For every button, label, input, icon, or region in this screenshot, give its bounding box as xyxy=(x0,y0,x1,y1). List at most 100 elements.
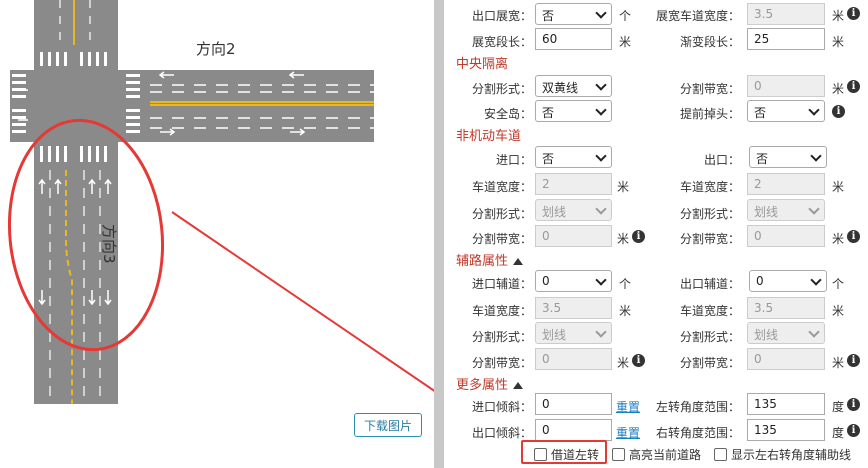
taper-length-input[interactable]: 25 xyxy=(747,28,825,50)
nm-band-label-right: 分割带宽： xyxy=(679,232,740,246)
chevron-down-icon xyxy=(595,274,607,286)
nm-band-unit-left: 米 xyxy=(617,232,630,246)
collapse-caret-icon xyxy=(513,382,524,389)
nm-exit-select[interactable]: 否 xyxy=(749,146,827,168)
info-icon[interactable]: i xyxy=(632,354,645,367)
widen-length-unit: 米 xyxy=(619,35,632,49)
properties-panel: 出口展宽： 否 个 展宽车道宽度： 3.5 米 i 展宽段长： 60 米 渐变段… xyxy=(444,0,868,468)
nm-form-select-left[interactable]: 划线 xyxy=(535,199,612,221)
median-width-label: 分割带宽： xyxy=(679,82,740,96)
nm-width-unit-right: 米 xyxy=(832,180,845,194)
chevron-down-icon xyxy=(810,274,822,286)
aux-form-select-left[interactable]: 划线 xyxy=(535,322,612,344)
nm-width-label-right: 车道宽度： xyxy=(679,180,740,194)
chevron-down-icon xyxy=(808,326,820,338)
exit-skew-reset-link[interactable]: 重置 xyxy=(616,424,640,441)
info-icon[interactable]: i xyxy=(632,230,645,243)
aux-band-input-left[interactable]: 0 xyxy=(535,348,612,370)
right-angle-input[interactable]: 135 xyxy=(747,419,825,441)
intersection-canvas[interactable]: 方向2 方向3 xyxy=(0,0,434,468)
median-width-input[interactable]: 0 xyxy=(747,75,825,97)
direction2-label: 方向2 xyxy=(196,40,236,58)
section-aux[interactable]: 辅路属性 xyxy=(456,250,524,269)
show-aux-lines-label: 显示左右转角度辅助线 xyxy=(731,448,852,462)
chevron-down-icon xyxy=(595,326,607,338)
aux-width-unit-left: 米 xyxy=(619,304,632,318)
section-more[interactable]: 更多属性 xyxy=(456,374,524,393)
chevron-down-icon xyxy=(808,203,820,215)
taper-length-unit: 米 xyxy=(832,35,845,49)
island-label: 安全岛： xyxy=(483,107,532,121)
nm-band-label-left: 分割带宽： xyxy=(471,232,532,246)
collapse-caret-icon xyxy=(513,258,524,265)
exit-skew-input[interactable]: 0 xyxy=(535,419,612,441)
aux-exit-unit: 个 xyxy=(832,277,845,291)
chevron-down-icon xyxy=(595,7,607,19)
nm-width-label-left: 车道宽度： xyxy=(471,180,532,194)
nm-width-unit-left: 米 xyxy=(617,180,630,194)
widen-length-input[interactable]: 60 xyxy=(535,28,612,50)
aux-entry-label: 进口辅道： xyxy=(471,277,532,291)
nm-width-input-right[interactable]: 2 xyxy=(747,173,825,195)
left-angle-input[interactable]: 135 xyxy=(747,393,825,415)
aux-form-label-left: 分割形式： xyxy=(471,330,532,344)
median-form-label: 分割形式： xyxy=(471,82,532,96)
widen-lane-width-input[interactable]: 3.5 xyxy=(747,3,825,25)
panel-splitter[interactable] xyxy=(434,0,444,468)
nm-form-select-right[interactable]: 划线 xyxy=(747,199,825,221)
taper-length-label: 渐变段长： xyxy=(679,35,740,49)
exit-widen-label: 出口展宽： xyxy=(471,9,532,23)
chevron-down-icon xyxy=(810,150,822,162)
annotation-highlight-box xyxy=(521,440,607,464)
nm-entry-label: 进口： xyxy=(495,153,532,167)
download-image-button[interactable]: 下载图片 xyxy=(354,413,422,437)
aux-form-select-right[interactable]: 划线 xyxy=(747,322,825,344)
early-uturn-select[interactable]: 否 xyxy=(747,100,825,122)
show-aux-lines-checkbox[interactable]: 显示左右转角度辅助线 xyxy=(714,446,851,463)
entry-skew-reset-link[interactable]: 重置 xyxy=(616,398,640,415)
info-icon[interactable]: i xyxy=(832,105,845,118)
nm-exit-label: 出口： xyxy=(703,153,740,167)
aux-entry-unit: 个 xyxy=(619,277,632,291)
nm-band-unit-right: 米 xyxy=(832,232,845,246)
widen-lane-width-label: 展宽车道宽度： xyxy=(655,9,740,23)
info-icon[interactable]: i xyxy=(847,7,860,20)
nm-band-input-right[interactable]: 0 xyxy=(747,225,825,247)
info-icon[interactable]: i xyxy=(847,80,860,93)
info-icon[interactable]: i xyxy=(847,354,860,367)
section-median: 中央隔离 xyxy=(456,57,509,72)
aux-width-input-left[interactable]: 3.5 xyxy=(535,297,612,319)
intersection-drawing xyxy=(0,0,434,468)
aux-form-label-right: 分割形式： xyxy=(679,330,740,344)
aux-width-label-left: 车道宽度： xyxy=(471,304,532,318)
exit-widen-select[interactable]: 否 xyxy=(535,3,612,25)
aux-exit-label: 出口辅道： xyxy=(679,277,740,291)
aux-width-label-right: 车道宽度： xyxy=(679,304,740,318)
nm-width-input-left[interactable]: 2 xyxy=(535,173,612,195)
info-icon[interactable]: i xyxy=(847,424,860,437)
highlight-road-checkbox[interactable]: 高亮当前道路 xyxy=(612,446,701,463)
section-nonmotor: 非机动车道 xyxy=(456,129,522,144)
entry-skew-input[interactable]: 0 xyxy=(535,393,612,415)
checkbox-box[interactable] xyxy=(612,448,625,461)
aux-band-input-right[interactable]: 0 xyxy=(747,348,825,370)
info-icon[interactable]: i xyxy=(847,398,860,411)
island-select[interactable]: 否 xyxy=(535,100,612,122)
aux-exit-select[interactable]: 0 xyxy=(749,270,827,292)
chevron-down-icon xyxy=(595,203,607,215)
exit-widen-unit: 个 xyxy=(619,9,632,23)
exit-skew-label: 出口倾斜： xyxy=(471,426,532,440)
median-form-select[interactable]: 双黄线 xyxy=(535,75,612,97)
left-angle-label: 左转角度范围： xyxy=(655,400,740,414)
info-icon[interactable]: i xyxy=(847,230,860,243)
right-angle-unit: 度 xyxy=(832,426,845,440)
aux-width-input-right[interactable]: 3.5 xyxy=(747,297,825,319)
median-width-unit: 米 xyxy=(832,82,845,96)
aux-entry-select[interactable]: 0 xyxy=(535,270,612,292)
checkbox-box[interactable] xyxy=(714,448,727,461)
left-angle-unit: 度 xyxy=(832,400,845,414)
nm-band-input-left[interactable]: 0 xyxy=(535,225,612,247)
widen-length-label: 展宽段长： xyxy=(471,35,532,49)
nm-entry-select[interactable]: 否 xyxy=(535,146,612,168)
early-uturn-label: 提前掉头： xyxy=(679,107,740,121)
